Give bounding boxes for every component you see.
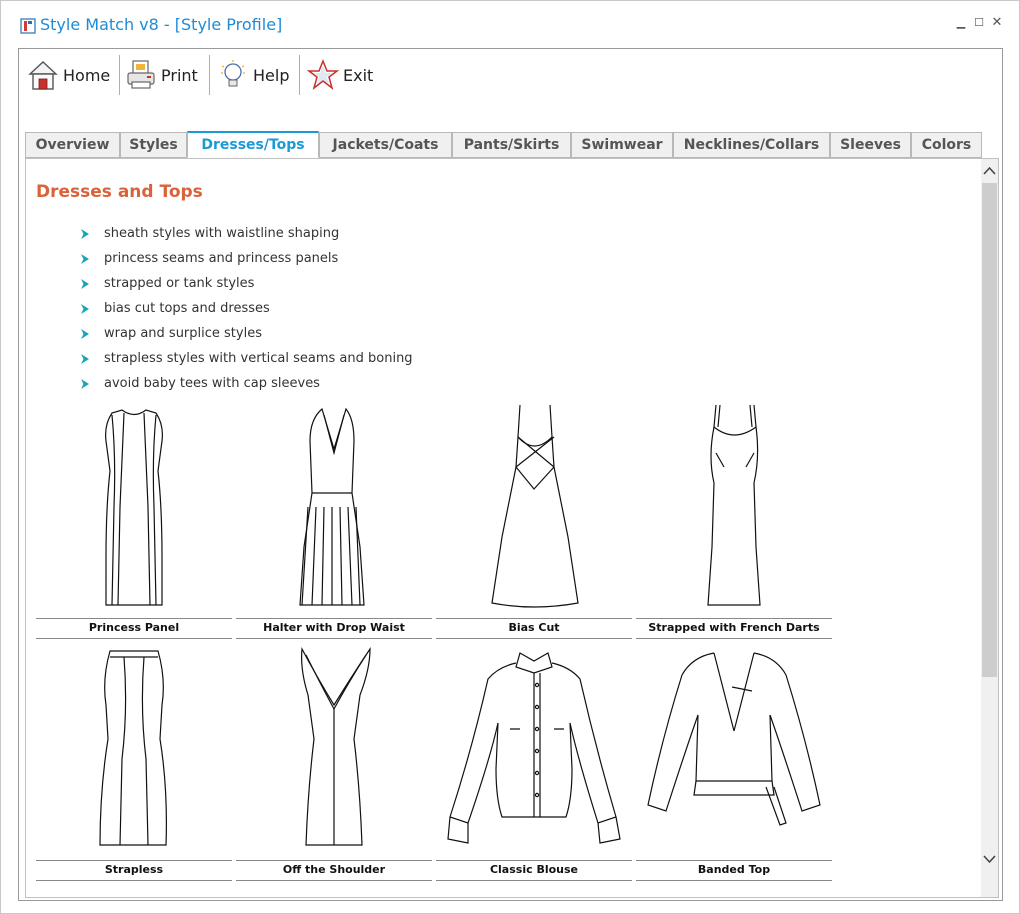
tab-pants-skirts[interactable]: Pants/Skirts <box>452 132 571 158</box>
title-bar: Style Match v8 - [Style Profile] ▁ ☐ ✕ <box>1 1 1019 45</box>
main-frame: Home Print Help Exit Overview Styles Dre… <box>18 48 1003 901</box>
help-label: Help <box>253 65 290 85</box>
strapless-dress-icon <box>99 650 167 846</box>
halter-drop-waist-dress-icon <box>299 407 365 606</box>
caption-divider <box>636 880 832 881</box>
chevron-right-icon <box>81 303 89 314</box>
tab-overview[interactable]: Overview <box>25 132 120 158</box>
style-caption: Off the Shoulder <box>282 863 386 876</box>
style-card-princess-panel[interactable]: Princess Panel <box>36 397 232 639</box>
banded-top-icon <box>647 652 821 826</box>
toolbar-separator <box>209 55 210 95</box>
style-card-strapless[interactable]: Strapless <box>36 639 232 881</box>
style-caption: Princess Panel <box>88 621 180 634</box>
vertical-scrollbar[interactable] <box>981 159 998 897</box>
caption-divider <box>436 880 632 881</box>
caption-divider <box>236 860 432 861</box>
list-item: bias cut tops and dresses <box>80 296 413 321</box>
window-title: Style Match v8 - [Style Profile] <box>40 15 283 34</box>
scroll-content: Dresses and Tops sheath styles with wais… <box>26 159 982 897</box>
list-item: strapped or tank styles <box>80 271 413 296</box>
close-button[interactable]: ✕ <box>990 16 1004 30</box>
style-caption: Strapped with French Darts <box>648 621 820 634</box>
style-caption: Bias Cut <box>508 621 560 634</box>
style-caption: Banded Top <box>697 863 771 876</box>
list-item-text: bias cut tops and dresses <box>104 301 270 316</box>
toolbar-separator <box>299 55 300 95</box>
toolbar-separator <box>119 55 120 95</box>
list-item: avoid baby tees with cap sleeves <box>80 371 413 396</box>
caption-divider <box>236 880 432 881</box>
home-button[interactable]: Home <box>27 53 110 97</box>
strapped-french-darts-dress-icon <box>707 404 761 606</box>
lightbulb-icon <box>221 60 245 87</box>
chevron-right-icon <box>81 278 89 289</box>
chevron-right-icon <box>81 353 89 364</box>
chevron-right-icon <box>81 378 89 389</box>
help-button[interactable]: Help <box>217 53 289 97</box>
toolbar: Home Print Help Exit <box>27 53 527 97</box>
chevron-down-icon[interactable] <box>981 851 998 867</box>
star-icon <box>307 58 339 90</box>
list-item-text: sheath styles with waistline shaping <box>104 226 340 241</box>
tab-content-panel: Dresses and Tops sheath styles with wais… <box>25 158 999 898</box>
tab-styles[interactable]: Styles <box>120 132 187 158</box>
tab-necklines-collars[interactable]: Necklines/Collars <box>673 132 830 158</box>
list-item: sheath styles with waistline shaping <box>80 221 413 246</box>
classic-blouse-icon <box>447 652 621 844</box>
home-icon <box>28 61 58 90</box>
style-card-banded-top[interactable]: Banded Top <box>636 639 832 881</box>
caption-divider <box>36 860 232 861</box>
app-logo-icon <box>20 18 36 34</box>
bias-cut-dress-icon <box>491 404 579 608</box>
tab-sleeves[interactable]: Sleeves <box>830 132 911 158</box>
minimize-button[interactable]: ▁ <box>954 16 968 30</box>
style-caption: Classic Blouse <box>489 863 579 876</box>
style-card-classic-blouse[interactable]: Classic Blouse <box>436 639 632 881</box>
caption-divider <box>636 618 832 619</box>
section-title: Dresses and Tops <box>36 182 203 202</box>
print-button[interactable]: Print <box>125 53 198 97</box>
caption-divider <box>236 618 432 619</box>
style-card-halter-drop-waist[interactable]: Halter with Drop Waist <box>236 397 432 639</box>
tab-swimwear[interactable]: Swimwear <box>571 132 673 158</box>
style-card-off-shoulder[interactable]: Off the Shoulder <box>236 639 432 881</box>
style-card-bias-cut[interactable]: Bias Cut <box>436 397 632 639</box>
caption-divider <box>436 618 632 619</box>
chevron-right-icon <box>81 253 89 264</box>
caption-divider <box>36 880 232 881</box>
list-item-text: princess seams and princess panels <box>104 251 339 266</box>
tab-dresses-tops[interactable]: Dresses/Tops <box>187 131 319 158</box>
tips-list: sheath styles with waistline shaping pri… <box>80 221 413 396</box>
list-item-text: strapped or tank styles <box>104 276 255 291</box>
print-label: Print <box>161 65 198 85</box>
list-item-text: strapless styles with vertical seams and… <box>104 351 413 366</box>
list-item: strapless styles with vertical seams and… <box>80 346 413 371</box>
caption-divider <box>36 618 232 619</box>
caption-divider <box>636 860 832 861</box>
caption-divider <box>436 860 632 861</box>
printer-icon <box>127 60 155 89</box>
style-caption: Strapless <box>104 863 164 876</box>
list-item: princess seams and princess panels <box>80 246 413 271</box>
tab-colors[interactable]: Colors <box>911 132 982 158</box>
exit-button[interactable]: Exit <box>307 53 373 97</box>
off-shoulder-dress-icon <box>301 646 371 846</box>
list-item-text: avoid baby tees with cap sleeves <box>104 376 320 391</box>
tab-jackets-coats[interactable]: Jackets/Coats <box>319 132 452 158</box>
list-item-text: wrap and surplice styles <box>104 326 262 341</box>
list-item: wrap and surplice styles <box>80 321 413 346</box>
style-caption: Halter with Drop Waist <box>263 621 405 634</box>
app-window: Style Match v8 - [Style Profile] ▁ ☐ ✕ H… <box>0 0 1020 914</box>
scrollbar-thumb[interactable] <box>982 183 997 677</box>
style-card-strapped-french-darts[interactable]: Strapped with French Darts <box>636 397 832 639</box>
chevron-right-icon <box>81 228 89 239</box>
home-label: Home <box>63 65 111 85</box>
maximize-button[interactable]: ☐ <box>972 16 986 30</box>
exit-label: Exit <box>343 65 374 85</box>
chevron-up-icon[interactable] <box>981 163 998 179</box>
chevron-right-icon <box>81 328 89 339</box>
princess-panel-dress-icon <box>105 409 163 606</box>
tab-bar: Overview Styles Dresses/Tops Jackets/Coa… <box>25 131 985 158</box>
